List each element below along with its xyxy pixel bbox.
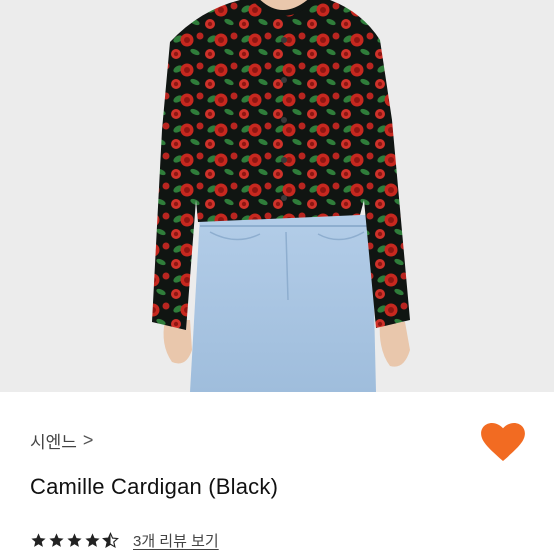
view-reviews-link[interactable]: 3개 리뷰 보기: [133, 530, 219, 551]
star-rating: [30, 532, 119, 549]
half-star-icon: [102, 532, 119, 549]
star-icon: [31, 533, 46, 547]
rating-row: 3개 리뷰 보기: [30, 530, 219, 551]
heart-icon[interactable]: [480, 422, 526, 462]
product-title: Camille Cardigan (Black): [30, 474, 279, 499]
product-photo[interactable]: [0, 0, 554, 392]
brand-link[interactable]: 시엔느 >: [30, 428, 93, 453]
star-icon: [49, 533, 64, 547]
star-icon: [67, 533, 82, 547]
star-icon: [85, 533, 100, 547]
brand-name: 시엔느: [30, 433, 77, 452]
chevron-right-icon: >: [82, 430, 94, 450]
product-image: [0, 0, 554, 392]
